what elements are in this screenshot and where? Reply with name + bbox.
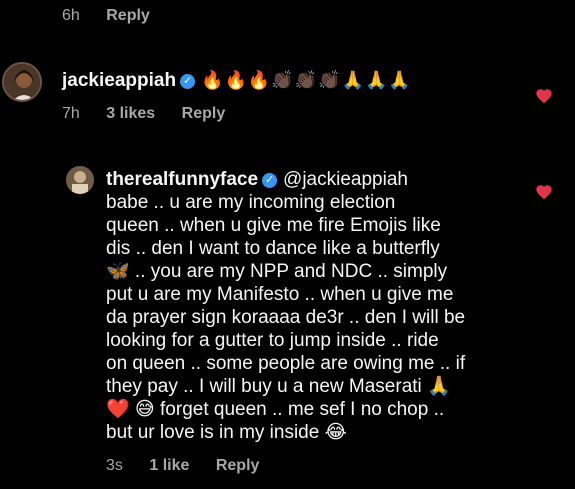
comment-text: babe .. u are my incoming election queen…: [106, 191, 465, 444]
comment-meta: 3s 1 like Reply: [106, 457, 281, 475]
comment-text: 🔥🔥🔥👏🏿👏🏿👏🏿🙏🙏🙏: [201, 70, 412, 90]
mention-link[interactable]: @jackieappiah: [283, 169, 408, 190]
comment-line: they pay .. I will buy u a new Maserati …: [106, 376, 451, 397]
comment-line: but ur love is in my inside 😂: [106, 422, 347, 443]
comment-line: looking for a gutter to jump inside .. r…: [106, 330, 439, 351]
comment-line: 🦋 .. you are my NPP and NDC .. simply: [106, 261, 448, 282]
verified-badge-icon: ✓: [262, 173, 278, 188]
comment-line: dis .. den I want to dance like a butter…: [106, 238, 440, 259]
username[interactable]: therealfunnyface: [106, 169, 258, 190]
likes-count[interactable]: 1 like: [149, 457, 189, 474]
likes-count[interactable]: 3 likes: [106, 105, 155, 122]
reply-button[interactable]: Reply: [106, 7, 150, 24]
comment-time: 7h: [62, 105, 80, 122]
avatar[interactable]: [2, 62, 42, 102]
comment-meta: 7h 3 likes Reply: [62, 105, 247, 123]
reply-button[interactable]: Reply: [182, 105, 226, 122]
avatar[interactable]: [66, 166, 94, 194]
comment-time: 3s: [106, 457, 123, 474]
comment-line: da prayer sign koraaaa de3r .. den I wil…: [106, 307, 466, 328]
comment-line: put u are my Manifesto .. when u give me: [106, 284, 454, 305]
verified-badge-icon: ✓: [180, 74, 196, 89]
like-heart-icon[interactable]: [535, 184, 553, 200]
previous-comment-meta: 6h Reply: [62, 7, 172, 25]
comment-time: 6h: [62, 7, 80, 24]
username[interactable]: jackieappiah: [62, 70, 176, 91]
comment-line: queen .. when u give me fire Emojis like: [106, 215, 441, 236]
reply-button[interactable]: Reply: [216, 457, 260, 474]
like-heart-icon[interactable]: [535, 88, 553, 104]
comment-line: ❤️ 😅 forget queen .. me sef I no chop ..: [106, 399, 445, 420]
comment-line: babe .. u are my incoming election: [106, 192, 396, 213]
comment-line: on queen .. some people are owing me .. …: [106, 353, 466, 374]
